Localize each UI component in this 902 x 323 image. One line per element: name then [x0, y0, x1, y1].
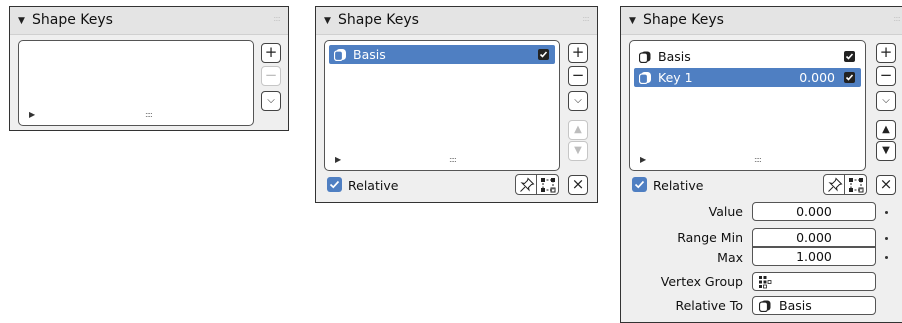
relative-checkbox[interactable] — [327, 177, 342, 192]
list-item-basis[interactable]: Basis — [634, 47, 861, 66]
drag-grip-icon[interactable]: :::: — [582, 14, 590, 23]
list-resize-grip-icon[interactable]: :::: — [449, 155, 457, 164]
move-up-button[interactable]: ▲ — [568, 120, 588, 140]
edit-mode-button[interactable] — [536, 174, 559, 195]
shape-keys-panel-key1: ▼ Shape Keys :::: Basis Key 1 0.000 ▶::… — [620, 6, 902, 323]
shape-key-name: Basis — [353, 47, 386, 62]
shape-keys-panel-basis: ▼ Shape Keys :::: Basis ▶ :::: + − ⌵ ▲ ▼… — [315, 6, 598, 203]
check-icon — [634, 180, 645, 189]
move-down-button[interactable]: ▼ — [568, 141, 588, 161]
list-resize-grip-icon[interactable]: :::: — [145, 110, 153, 119]
collapse-arrow-icon[interactable]: ▼ — [324, 16, 331, 26]
move-up-button[interactable]: ▲ — [876, 120, 896, 140]
mute-checkbox-icon[interactable] — [844, 72, 855, 83]
range-max-label: Max — [717, 250, 743, 265]
collapse-arrow-icon[interactable]: ▼ — [18, 16, 25, 26]
pin-button[interactable] — [515, 174, 537, 195]
value-label: Value — [708, 204, 743, 219]
keyframe-dot-icon[interactable] — [885, 211, 888, 214]
mute-checkbox-icon[interactable] — [844, 51, 855, 62]
specials-menu-button[interactable]: ⌵ — [568, 91, 588, 111]
list-resize-grip-icon[interactable]: :::: — [754, 155, 762, 164]
add-shape-key-button[interactable]: + — [568, 43, 588, 63]
relative-to-label: Relative To — [675, 298, 743, 313]
relative-label: Relative — [653, 178, 704, 193]
shape-key-icon — [334, 49, 346, 61]
mute-checkbox-icon[interactable] — [538, 49, 549, 60]
clear-pose-button[interactable]: × — [876, 175, 896, 195]
check-icon — [329, 180, 340, 189]
pin-icon — [520, 177, 535, 192]
range-min-field[interactable]: 0.000 — [752, 228, 876, 247]
add-shape-key-button[interactable]: + — [261, 43, 281, 63]
list-item-key-1[interactable]: Key 1 0.000 — [634, 68, 861, 87]
collapse-arrow-icon[interactable]: ▼ — [629, 16, 636, 26]
relative-label: Relative — [348, 178, 399, 193]
shape-key-list[interactable]: Basis Key 1 0.000 ▶ :::: — [629, 40, 866, 171]
vertex-group-icon — [759, 276, 772, 289]
panel-title: Shape Keys — [338, 12, 419, 28]
relative-checkbox[interactable] — [632, 177, 647, 192]
shape-key-list[interactable]: Basis ▶ :::: — [324, 40, 560, 171]
remove-shape-key-button[interactable]: − — [261, 66, 281, 86]
list-item-basis[interactable]: Basis — [329, 45, 555, 64]
edit-mode-icon — [541, 178, 556, 193]
edit-mode-icon — [849, 178, 864, 193]
move-down-button[interactable]: ▼ — [876, 141, 896, 161]
relative-to-field[interactable]: Basis — [752, 296, 876, 315]
panel-title: Shape Keys — [643, 12, 724, 28]
shape-key-value[interactable]: 0.000 — [799, 70, 835, 85]
add-shape-key-button[interactable]: + — [876, 43, 896, 63]
shape-keys-panel-empty: ▼ Shape Keys :::: ▶ :::: + − ⌵ — [9, 6, 289, 131]
panel-header[interactable]: ▼ Shape Keys :::: — [10, 7, 288, 35]
range-max-field[interactable]: 1.000 — [752, 247, 876, 266]
pin-button[interactable] — [823, 174, 845, 195]
keyframe-dot-icon[interactable] — [885, 237, 888, 240]
panel-title: Shape Keys — [32, 12, 113, 28]
specials-menu-button[interactable]: ⌵ — [261, 91, 281, 111]
keyframe-dot-icon[interactable] — [885, 256, 888, 259]
specials-menu-button[interactable]: ⌵ — [876, 91, 896, 111]
drag-grip-icon[interactable]: :::: — [273, 14, 281, 23]
panel-header[interactable]: ▼ Shape Keys :::: — [316, 7, 597, 35]
drag-grip-icon[interactable]: :::: — [893, 14, 901, 23]
list-expand-arrow-icon[interactable]: ▶ — [29, 110, 35, 119]
range-min-label: Range Min — [677, 230, 743, 245]
value-field[interactable]: 0.000 — [752, 202, 876, 221]
panel-header[interactable]: ▼ Shape Keys :::: — [621, 7, 902, 35]
shape-key-name: Key 1 — [658, 70, 693, 85]
relative-to-value: Basis — [779, 298, 812, 313]
shape-key-icon — [639, 51, 651, 63]
remove-shape-key-button[interactable]: − — [876, 66, 896, 86]
vertex-group-label: Vertex Group — [660, 274, 743, 289]
edit-mode-button[interactable] — [844, 174, 867, 195]
vertex-group-field[interactable] — [752, 272, 876, 291]
remove-shape-key-button[interactable]: − — [568, 66, 588, 86]
list-expand-arrow-icon[interactable]: ▶ — [335, 155, 341, 164]
shape-key-name: Basis — [658, 49, 691, 64]
clear-pose-button[interactable]: × — [568, 175, 588, 195]
shape-key-icon — [639, 72, 651, 84]
shape-key-list[interactable]: ▶ :::: — [18, 40, 254, 126]
shape-key-icon — [759, 300, 771, 312]
pin-icon — [828, 177, 843, 192]
list-expand-arrow-icon[interactable]: ▶ — [640, 155, 646, 164]
